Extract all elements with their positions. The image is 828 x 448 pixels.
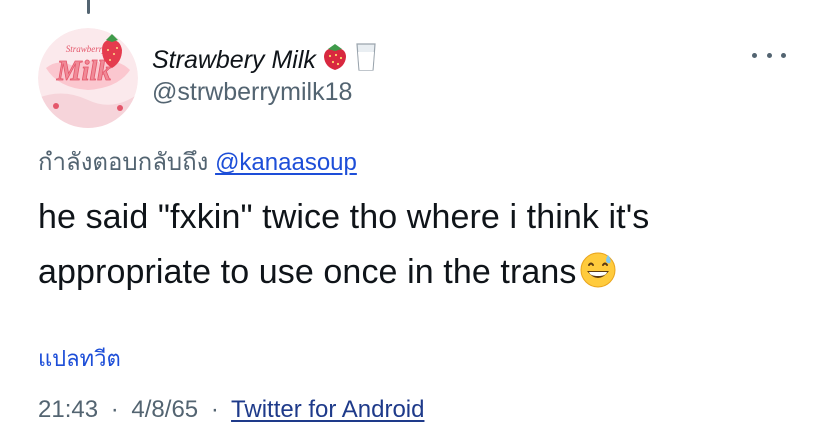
- tweet-body: he said "fxkin" twice tho where i think …: [38, 198, 650, 291]
- reply-context: กำลังตอบกลับถึง @kanaasoup: [38, 142, 357, 181]
- avatar-text-top: Strawberry: [66, 44, 107, 54]
- grinning-face-with-sweat-icon: [579, 251, 617, 306]
- author-name[interactable]: Strawbery Milk: [152, 46, 316, 75]
- translate-tweet-link[interactable]: แปลทวีต: [38, 341, 121, 376]
- tweet-time[interactable]: 21:43: [38, 396, 98, 423]
- more-options-button[interactable]: [752, 45, 786, 65]
- author-handle[interactable]: @strwberrymilk18: [152, 78, 352, 107]
- avatar[interactable]: Strawberry Milk: [38, 28, 138, 128]
- reply-to-link[interactable]: @kanaasoup: [215, 149, 357, 176]
- author-name-row[interactable]: Strawbery Milk: [152, 42, 378, 79]
- tweet-date[interactable]: 4/8/65: [131, 396, 198, 423]
- thread-connector-line: [87, 0, 90, 14]
- tweet-source-link[interactable]: Twitter for Android: [231, 396, 424, 423]
- strawberry-icon: [322, 43, 348, 78]
- meta-separator: ·: [210, 396, 219, 423]
- milk-glass-icon: [354, 42, 378, 79]
- tweet-text: he said "fxkin" twice tho where i think …: [38, 190, 798, 306]
- tweet-metadata: 21:43 · 4/8/65 · Twitter for Android: [38, 396, 424, 424]
- more-horizontal-icon: [752, 52, 757, 58]
- meta-separator: ·: [110, 396, 119, 423]
- reply-prefix: กำลังตอบกลับถึง: [38, 149, 209, 176]
- avatar-text-main: Milk: [56, 56, 111, 87]
